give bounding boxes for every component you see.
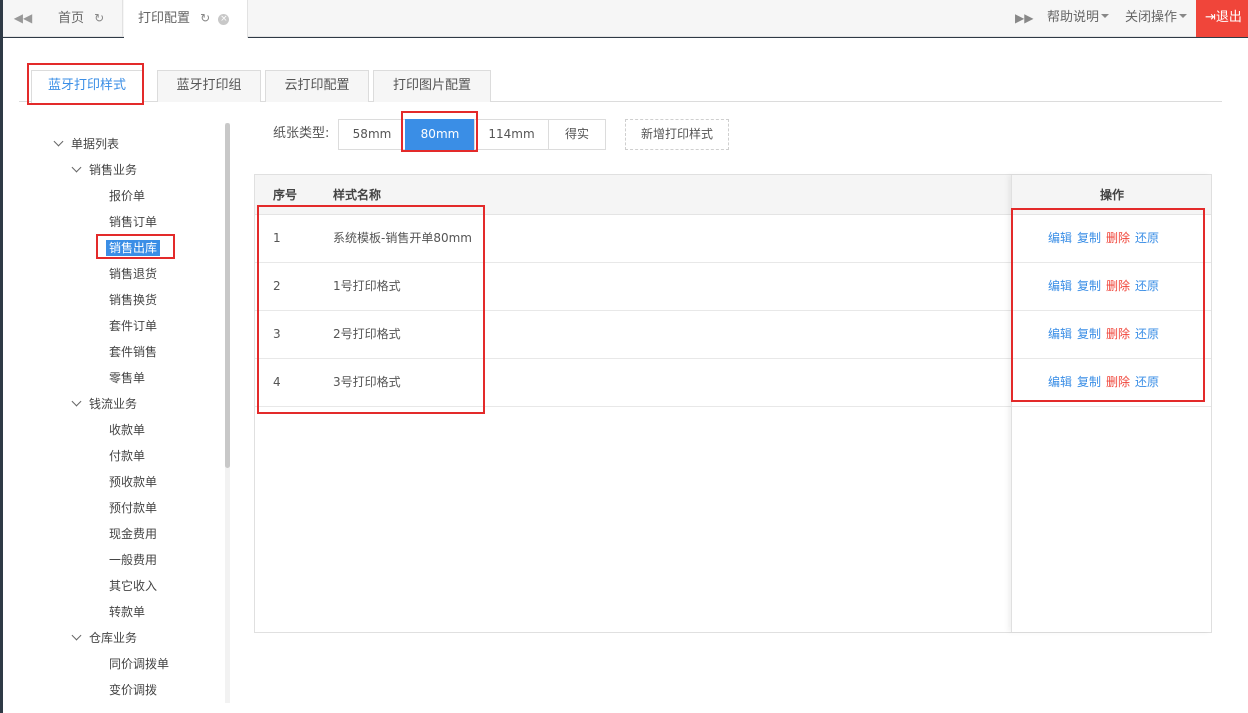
chevron-down-icon	[53, 136, 64, 147]
tree-item-label: 转款单	[109, 605, 146, 619]
tree-item[interactable]: 销售换货	[109, 290, 157, 310]
tree-item-label: 付款单	[109, 449, 146, 463]
main-panel: 蓝牙打印样式 蓝牙打印组 云打印配置 打印图片配置 单据列表 销售业务 报价单 …	[3, 38, 1248, 713]
tree-item-label: 变价调拨	[109, 683, 158, 697]
row-style-name: 系统模板-销售开单80mm	[333, 231, 472, 245]
tab-home[interactable]: 首页 ↻	[45, 0, 123, 37]
tab-cloud-print-config[interactable]: 云打印配置	[265, 70, 369, 102]
tree-root-label: 单据列表	[71, 137, 120, 151]
sign-out-icon: ⇥	[1205, 10, 1216, 25]
caret-down-icon	[1179, 14, 1188, 18]
chevron-down-icon	[71, 162, 82, 173]
tree-group-warehouse[interactable]: 仓库业务	[71, 628, 138, 648]
tree-item[interactable]: 变价调拨	[109, 680, 157, 700]
tab-bluetooth-print-style[interactable]: 蓝牙打印样式	[31, 70, 143, 103]
tree-item[interactable]: 预收款单	[109, 472, 157, 492]
tree-item[interactable]: 同价调拨单	[109, 654, 169, 674]
close-operations-label: 关闭操作	[1125, 10, 1178, 25]
tree-item-label: 销售出库	[106, 240, 161, 256]
tree-item-label: 套件订单	[109, 319, 158, 333]
refresh-icon[interactable]: ↻	[200, 0, 210, 36]
tree-item[interactable]: 付款单	[109, 446, 145, 466]
tree-item[interactable]: 转款单	[109, 602, 145, 622]
tab-print-image-config[interactable]: 打印图片配置	[373, 70, 491, 102]
tree-group-label: 销售业务	[89, 163, 138, 177]
tree-root[interactable]: 单据列表	[53, 134, 120, 154]
paper-80mm-button[interactable]: 80mm	[405, 119, 475, 150]
tree-item-label: 预收款单	[109, 475, 158, 489]
tree-item[interactable]: 现金费用	[109, 524, 157, 544]
tree-item-label: 现金费用	[109, 527, 158, 541]
tree-group-label: 仓库业务	[89, 631, 138, 645]
print-style-table: 序号 样式名称 操作 1 系统模板-销售开单80mm 编辑 复制 删除 还原 2 1号…	[254, 174, 1212, 633]
header-style-name: 样式名称	[333, 188, 382, 202]
tree-scrollbar-thumb[interactable]	[225, 123, 230, 468]
chevron-down-icon	[71, 630, 82, 641]
tree-item[interactable]: 套件订单	[109, 316, 157, 336]
tree-item-label: 报价单	[109, 189, 146, 203]
row-style-name: 3号打印格式	[333, 375, 401, 389]
paper-type-label: 纸张类型:	[273, 126, 330, 141]
add-print-style-button[interactable]: 新增打印样式	[625, 119, 729, 150]
tree-item-label: 收款单	[109, 423, 146, 437]
tree-item-label: 同价调拨单	[109, 657, 170, 671]
tree-item[interactable]: 一般费用	[109, 550, 157, 570]
tree-item-label: 销售退货	[109, 267, 158, 281]
tree-item-label: 销售换货	[109, 293, 158, 307]
tree-item-selected[interactable]: 销售出库	[106, 238, 161, 258]
tree-group-label: 钱流业务	[89, 397, 138, 411]
scroll-tabs-left-icon[interactable]: ◀◀	[13, 10, 33, 26]
refresh-icon[interactable]: ↻	[94, 0, 104, 36]
tree-item-label: 预付款单	[109, 501, 158, 515]
chevron-down-icon	[71, 396, 82, 407]
tree-item[interactable]: 收款单	[109, 420, 145, 440]
tree-item[interactable]: 零售单	[109, 368, 145, 388]
top-tab-bar: ◀◀ 首页 ↻ 打印配置 ↻ × ▶▶ 帮助说明 关闭操作 ⇥退出	[3, 0, 1248, 38]
help-menu[interactable]: 帮助说明	[1047, 0, 1110, 37]
tree-item[interactable]: 套件销售	[109, 342, 157, 362]
tree-item[interactable]: 销售退货	[109, 264, 157, 284]
close-icon[interactable]: ×	[218, 14, 230, 25]
row-seq: 2	[273, 279, 281, 293]
tree-item[interactable]: 其它收入	[109, 576, 157, 596]
tree-scrollbar[interactable]	[225, 123, 230, 703]
tab-print-config[interactable]: 打印配置 ↻ ×	[124, 0, 248, 38]
close-operations-menu[interactable]: 关闭操作	[1125, 0, 1188, 37]
tree-item-label: 一般费用	[109, 553, 158, 567]
row-seq: 3	[273, 327, 281, 341]
tree-group-sales[interactable]: 销售业务	[71, 160, 138, 180]
scroll-tabs-right-icon[interactable]: ▶▶	[1015, 10, 1033, 26]
caret-down-icon	[1101, 14, 1110, 18]
tab-print-config-label: 打印配置	[138, 11, 191, 26]
tab-bluetooth-print-group[interactable]: 蓝牙打印组	[157, 70, 261, 102]
paper-58mm-button[interactable]: 58mm	[338, 119, 406, 150]
row-style-name: 2号打印格式	[333, 327, 401, 341]
tree-item-label: 零售单	[109, 371, 146, 385]
tab-home-label: 首页	[58, 11, 85, 26]
tree-item[interactable]: 销售订单	[109, 212, 157, 232]
logout-label: 退出	[1215, 10, 1242, 25]
tree-item[interactable]: 预付款单	[109, 498, 157, 518]
tree-item-label: 销售订单	[109, 215, 158, 229]
tree-item[interactable]: 报价单	[109, 186, 145, 206]
row-seq: 1	[273, 231, 281, 245]
logout-button[interactable]: ⇥退出	[1196, 0, 1248, 37]
config-tabs: 蓝牙打印样式 蓝牙打印组 云打印配置 打印图片配置	[19, 68, 1222, 103]
tree-group-cashflow[interactable]: 钱流业务	[71, 394, 138, 414]
row-style-name: 1号打印格式	[333, 279, 401, 293]
operations-column-divider	[1011, 175, 1211, 632]
header-seq: 序号	[273, 188, 298, 202]
tree-item-label: 其它收入	[109, 579, 158, 593]
paper-114mm-button[interactable]: 114mm	[474, 119, 549, 150]
row-seq: 4	[273, 375, 281, 389]
paper-dascom-button[interactable]: 得实	[548, 119, 606, 150]
tree-item-label: 套件销售	[109, 345, 158, 359]
help-menu-label: 帮助说明	[1047, 10, 1100, 25]
